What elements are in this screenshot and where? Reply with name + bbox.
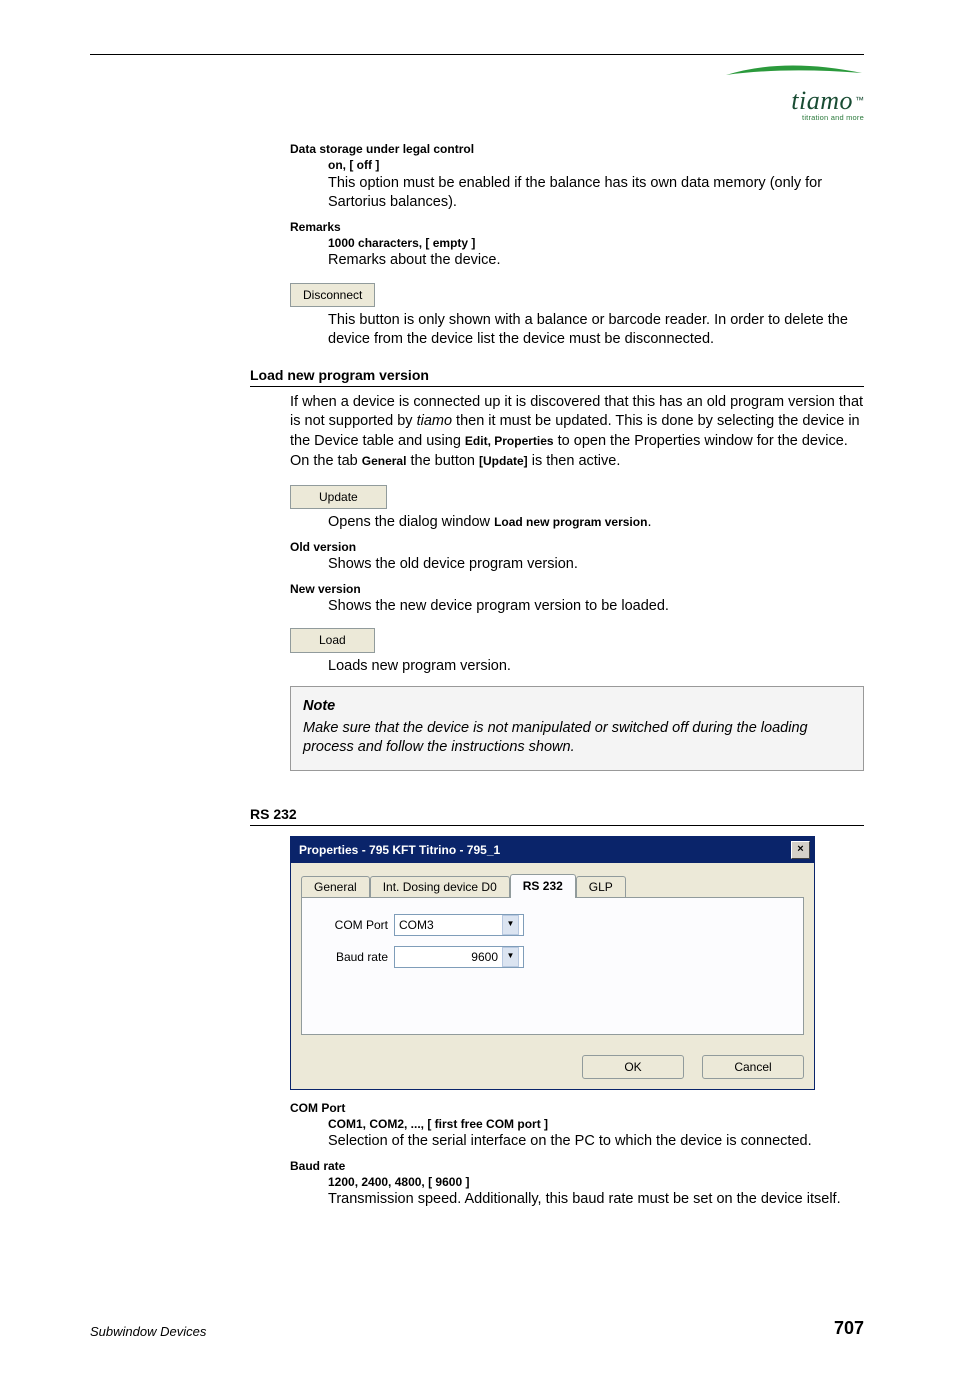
baud-rate-label: Baud rate bbox=[318, 949, 394, 965]
load-desc: Loads new program version. bbox=[328, 657, 864, 677]
field-old-version-name: Old version bbox=[290, 539, 864, 555]
load-intro: If when a device is connected up it is d… bbox=[290, 393, 864, 471]
properties-dialog: Properties - 795 KFT Titrino - 795_1 × G… bbox=[290, 836, 815, 1090]
close-icon[interactable]: × bbox=[791, 841, 810, 859]
tab-rs232[interactable]: RS 232 bbox=[510, 874, 576, 898]
field-com-port-name: COM Port bbox=[290, 1100, 864, 1116]
logo-text: tiamo bbox=[791, 86, 853, 115]
swoosh-icon bbox=[724, 63, 864, 81]
field-remarks-range: 1000 characters, [ empty ] bbox=[328, 235, 864, 251]
t: [Update] bbox=[479, 454, 528, 468]
field-remarks-desc: Remarks about the device. bbox=[328, 251, 864, 271]
field-com-port-range: COM1, COM2, ..., [ first free COM port ] bbox=[328, 1116, 864, 1132]
chevron-down-icon[interactable]: ▼ bbox=[502, 947, 519, 967]
dialog-title: Properties - 795 KFT Titrino - 795_1 bbox=[299, 842, 500, 858]
tab-strip: General Int. Dosing device D0 RS 232 GLP bbox=[301, 873, 804, 898]
ok-button[interactable]: OK bbox=[582, 1055, 684, 1079]
update-desc: Opens the dialog window Load new program… bbox=[328, 513, 864, 533]
field-data-storage-name: Data storage under legal control bbox=[290, 141, 864, 157]
t: the button bbox=[406, 453, 479, 469]
footer-section-name: Subwindow Devices bbox=[90, 1323, 206, 1341]
chevron-down-icon[interactable]: ▼ bbox=[502, 915, 519, 935]
disconnect-desc: This button is only shown with a balance… bbox=[328, 311, 864, 350]
cancel-button[interactable]: Cancel bbox=[702, 1055, 804, 1079]
note-box: Note Make sure that the device is not ma… bbox=[290, 686, 864, 771]
tab-general[interactable]: General bbox=[301, 876, 370, 897]
com-port-combo[interactable]: COM3 ▼ bbox=[394, 914, 524, 936]
field-data-storage-range: on, [ off ] bbox=[328, 157, 864, 173]
load-button[interactable]: Load bbox=[290, 628, 375, 652]
field-com-port-desc: Selection of the serial interface on the… bbox=[328, 1132, 864, 1152]
t: Load new program version bbox=[494, 515, 647, 529]
field-new-version-desc: Shows the new device program version to … bbox=[328, 597, 864, 617]
field-baud-desc: Transmission speed. Additionally, this b… bbox=[328, 1190, 864, 1210]
com-port-label: COM Port bbox=[318, 917, 394, 933]
note-title: Note bbox=[303, 697, 851, 717]
tab-glp[interactable]: GLP bbox=[576, 876, 626, 897]
t: is then active. bbox=[528, 453, 621, 469]
com-port-value: COM3 bbox=[399, 917, 434, 933]
trademark-icon: ™ bbox=[855, 95, 864, 105]
baud-rate-value: 9600 bbox=[471, 949, 498, 965]
t: General bbox=[362, 454, 407, 468]
section-rs232-heading: RS 232 bbox=[250, 805, 864, 826]
field-old-version-desc: Shows the old device program version. bbox=[328, 555, 864, 575]
field-baud-name: Baud rate bbox=[290, 1158, 864, 1174]
disconnect-button[interactable]: Disconnect bbox=[290, 283, 375, 307]
t: Opens the dialog window bbox=[328, 514, 494, 530]
t: Edit, Properties bbox=[465, 434, 554, 448]
field-remarks-name: Remarks bbox=[290, 219, 864, 235]
baud-rate-combo[interactable]: 9600 ▼ bbox=[394, 946, 524, 968]
field-new-version-name: New version bbox=[290, 581, 864, 597]
field-baud-range: 1200, 2400, 4800, [ 9600 ] bbox=[328, 1174, 864, 1190]
update-button[interactable]: Update bbox=[290, 485, 387, 509]
t: . bbox=[647, 514, 651, 530]
tab-int-dosing[interactable]: Int. Dosing device D0 bbox=[370, 876, 510, 897]
brand-logo: tiamo™ titration and more bbox=[724, 63, 864, 123]
field-data-storage-desc: This option must be enabled if the balan… bbox=[328, 174, 864, 213]
sw-name: tiamo bbox=[417, 413, 452, 429]
page-number: 707 bbox=[834, 1316, 864, 1340]
note-text: Make sure that the device is not manipul… bbox=[303, 719, 851, 758]
section-load-heading: Load new program version bbox=[250, 366, 864, 387]
